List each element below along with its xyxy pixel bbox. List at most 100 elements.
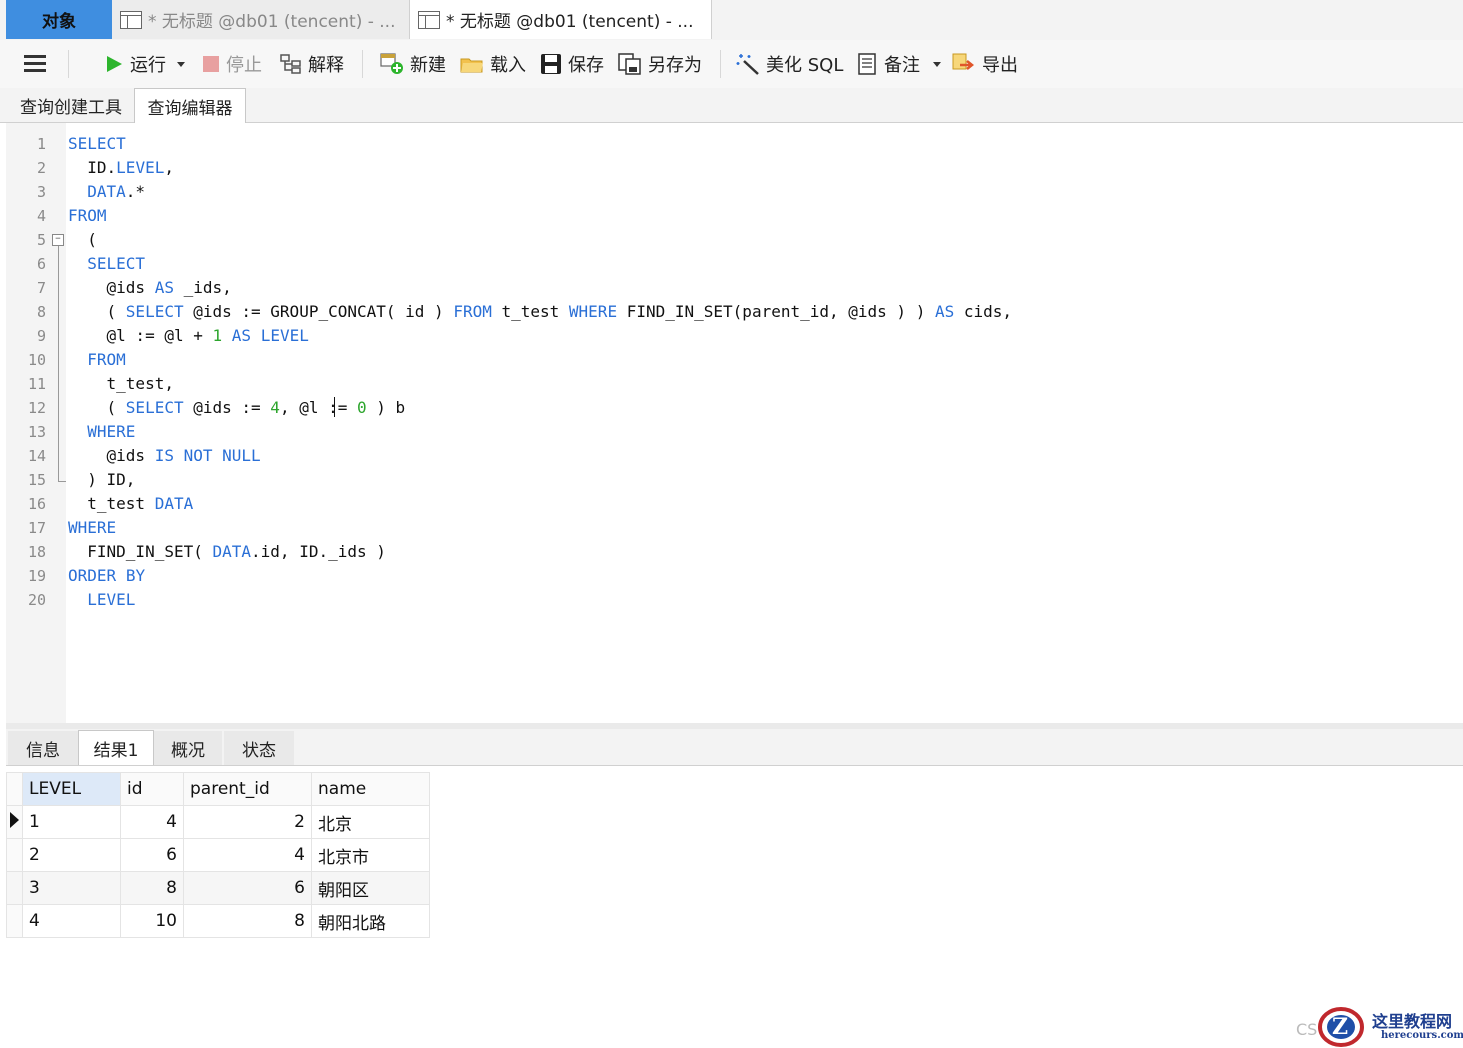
code-line: ( SELECT @ids := 4, @l := 0 ) b [68,398,406,417]
code-line: ORDER BY [68,566,146,585]
row-indicator-header [6,772,23,806]
stop-icon [203,56,219,72]
line-number: 2 [36,159,46,177]
cell-level[interactable]: 4 [22,904,121,938]
load-button[interactable]: 载入 [460,40,526,88]
tab-overview[interactable]: 概况 [154,731,222,765]
code-line: WHERE [68,518,117,537]
export-icon [952,53,975,70]
save-as-icon [618,53,641,75]
cell-parent-id[interactable]: 6 [183,871,312,905]
cell-parent-id[interactable]: 8 [183,904,312,938]
table-row[interactable]: 4 10 8 朝阳北路 [6,904,430,938]
cell-id[interactable]: 6 [120,838,184,872]
row-indicator[interactable] [6,904,23,938]
run-button[interactable]: 运行 [104,40,188,88]
table-row[interactable]: 3 8 6 朝阳区 [6,871,430,905]
toolbar-divider [68,50,69,78]
result-table: LEVEL id parent_id name 1 4 2 北京 2 6 4 北… [6,772,430,938]
cell-id[interactable]: 8 [120,871,184,905]
cell-name[interactable]: 朝阳区 [311,871,430,905]
code-line: ) ID, [68,470,136,489]
beautify-sql-label: 美化 SQL [766,55,844,76]
document-tab-bar: 对象 * 无标题 @db01 (tencent) - ... * 无标题 @db… [0,0,1463,41]
table-row[interactable]: 1 4 2 北京 [6,805,430,839]
code-line: WHERE [87,422,136,441]
code-line: FROM [68,206,107,225]
new-button[interactable]: 新建 [380,40,446,88]
cell-parent-id[interactable]: 2 [183,805,312,839]
tab-result-1-label: 结果1 [93,740,139,761]
watermark-site-url: herecours.com [1381,1030,1463,1041]
notes-icon [858,53,876,75]
tab-status-label: 状态 [242,740,276,761]
code-line: SELECT [68,134,126,153]
chevron-down-icon[interactable] [174,59,188,69]
tab-objects[interactable]: 对象 [6,0,112,39]
tab-query-builder[interactable]: 查询创建工具 [10,88,132,122]
tab-info[interactable]: 信息 [8,731,78,765]
watermark-site-name: 这里教程网 [1372,1012,1453,1031]
cell-level[interactable]: 3 [22,871,121,905]
tab-objects-label: 对象 [42,12,76,32]
row-indicator[interactable] [6,838,23,872]
code-line: @ids IS NOT NULL [68,446,261,465]
query-table-icon [120,10,142,29]
code-line: t_test, [68,374,174,393]
line-number: 9 [36,327,46,345]
code-line: DATA.* [87,182,146,201]
row-indicator[interactable] [6,871,23,905]
fold-toggle-icon[interactable]: − [52,234,64,246]
row-indicator[interactable] [6,805,23,839]
line-number: 10 [27,351,46,369]
save-as-button[interactable]: 另存为 [618,40,702,88]
run-label: 运行 [130,55,166,76]
code-line: @ids AS _ids, [68,278,232,297]
cell-id[interactable]: 10 [120,904,184,938]
tab-info-label: 信息 [26,740,60,761]
notes-button[interactable]: 备注 [858,40,944,88]
load-label: 载入 [490,55,526,76]
beautify-sql-button[interactable]: 美化 SQL [736,40,843,88]
column-header-parent-id[interactable]: parent_id [183,772,312,806]
editor-mode-tabs: 查询创建工具 查询编辑器 [0,88,1463,123]
cell-level[interactable]: 2 [22,838,121,872]
line-number: 1 [36,135,46,153]
cell-level[interactable]: 1 [22,805,121,839]
code-line: t_test DATA [68,494,194,513]
table-row[interactable]: 2 6 4 北京市 [6,838,430,872]
line-number: 14 [27,447,46,465]
stop-button[interactable]: 停止 [202,40,262,88]
line-number: 5 [36,231,46,249]
chevron-down-icon[interactable] [930,59,944,69]
column-header-name[interactable]: name [311,772,430,806]
result-grid: LEVEL id parent_id name 1 4 2 北京 2 6 4 北… [6,772,430,938]
watermark-logo-letter: Z [1332,1014,1349,1040]
line-number: 12 [27,399,46,417]
cell-id[interactable]: 4 [120,805,184,839]
column-header-level[interactable]: LEVEL [22,772,121,806]
line-number: 6 [36,255,46,273]
tab-status[interactable]: 状态 [224,731,294,765]
cell-name[interactable]: 北京 [311,805,430,839]
tab-query-editor[interactable]: 查询编辑器 [134,88,246,123]
cell-parent-id[interactable]: 4 [183,838,312,872]
tab-query-untitled-2[interactable]: * 无标题 @db01 (tencent) - ... [410,0,712,39]
tab-query-untitled-1[interactable]: * 无标题 @db01 (tencent) - ... [112,0,410,39]
folder-icon [460,58,483,73]
cell-name[interactable]: 北京市 [311,838,430,872]
column-header-id[interactable]: id [120,772,184,806]
menu-button[interactable] [24,40,48,88]
line-number: 20 [27,591,46,609]
toolbar-divider [720,50,721,78]
tab-result-1[interactable]: 结果1 [78,730,154,765]
cell-name[interactable]: 朝阳北路 [311,904,430,938]
explain-button[interactable]: 解释 [280,40,344,88]
new-query-icon [380,53,403,74]
sql-editor[interactable]: 1 2 3 4 5 6 7 8 9 10 11 12 13 14 15 16 17 18 19 20 − SELECT… [6,123,1463,723]
watermark-prefix: CS [1296,1020,1318,1039]
text-caret [334,397,335,417]
save-button[interactable]: 保存 [540,40,604,88]
notes-label: 备注 [884,55,920,76]
export-button[interactable]: 导出 [952,40,1018,88]
